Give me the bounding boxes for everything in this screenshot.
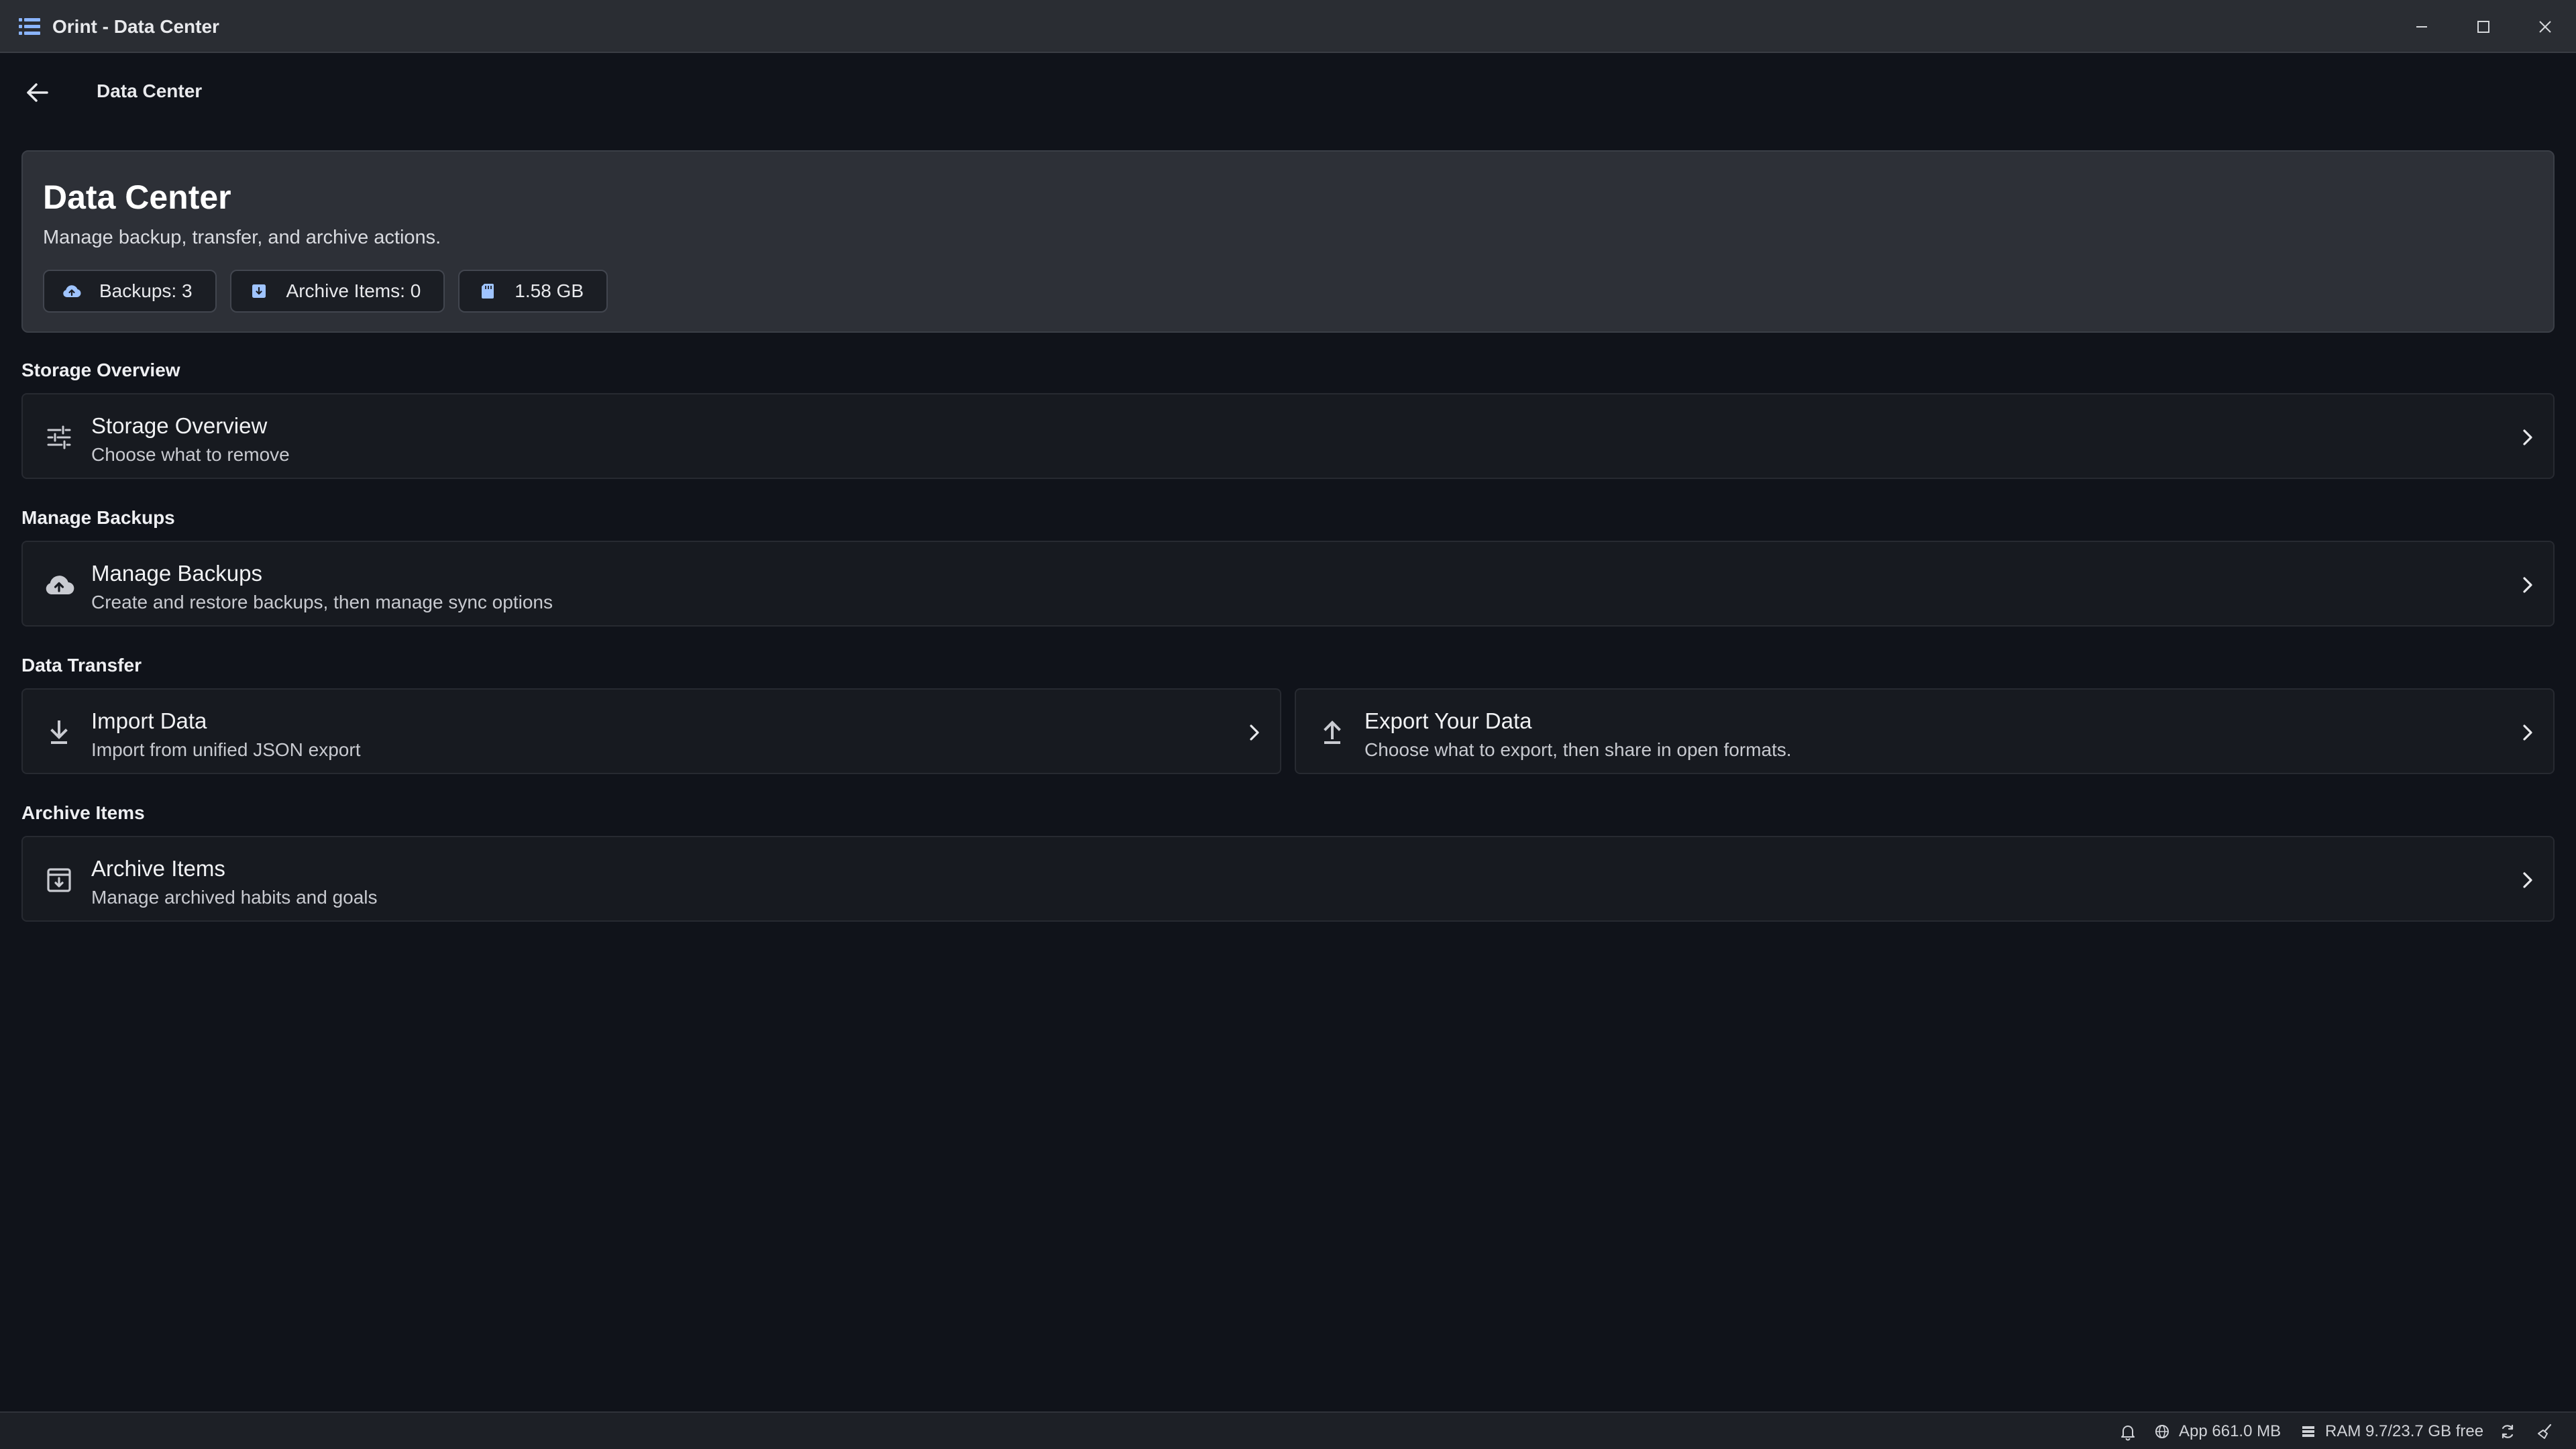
sync-icon[interactable] bbox=[2498, 1422, 2517, 1441]
cloud-upload-icon bbox=[63, 285, 81, 298]
back-arrow-icon[interactable] bbox=[20, 75, 55, 110]
archive-count-label: Archive Items: 0 bbox=[286, 280, 421, 301]
status-bar: App 661.0 MB RAM 9.7/23.7 GB free bbox=[0, 1411, 2576, 1449]
window-title: Orint - Data Center bbox=[52, 16, 219, 37]
summary-chips: Backups: 3 Archive Items: 0 1.58 GB bbox=[43, 270, 608, 313]
chevron-right-icon bbox=[1250, 724, 1259, 741]
backups-count-label: Backups: 3 bbox=[99, 280, 193, 301]
tune-sliders-icon bbox=[47, 425, 71, 449]
app-memory-status: App 661.0 MB bbox=[2153, 1419, 2281, 1444]
storage-size-chip: 1.58 GB bbox=[458, 270, 608, 313]
page-title: Data Center bbox=[43, 178, 231, 216]
globe-icon bbox=[2155, 1425, 2169, 1438]
manage-backups-card[interactable]: Manage Backups Create and restore backup… bbox=[21, 541, 2555, 627]
ram-label: RAM 9.7/23.7 GB free bbox=[2325, 1422, 2484, 1440]
archive-items-title: Archive Items bbox=[91, 856, 225, 881]
server-icon bbox=[2302, 1426, 2314, 1437]
archive-box-icon bbox=[47, 868, 71, 892]
bell-icon[interactable] bbox=[2118, 1422, 2137, 1441]
backups-count-chip: Backups: 3 bbox=[43, 270, 217, 313]
ram-status: RAM 9.7/23.7 GB free bbox=[2300, 1419, 2483, 1444]
close-button[interactable] bbox=[2530, 12, 2560, 42]
import-data-card[interactable]: Import Data Import from unified JSON exp… bbox=[21, 688, 1281, 774]
export-data-subtitle: Choose what to export, then share in ope… bbox=[1364, 739, 1792, 760]
sd-card-icon bbox=[482, 284, 494, 299]
chevron-right-icon bbox=[2523, 577, 2532, 593]
manage-backups-subtitle: Create and restore backups, then manage … bbox=[91, 592, 553, 612]
storage-size-label: 1.58 GB bbox=[515, 280, 584, 301]
storage-overview-subtitle: Choose what to remove bbox=[91, 444, 290, 465]
storage-overview-card[interactable]: Storage Overview Choose what to remove bbox=[21, 393, 2555, 479]
import-data-subtitle: Import from unified JSON export bbox=[91, 739, 361, 760]
import-data-title: Import Data bbox=[91, 708, 207, 733]
manage-backups-title: Manage Backups bbox=[91, 561, 262, 586]
page-header-title: Data Center bbox=[97, 80, 203, 101]
list-menu-icon bbox=[19, 18, 40, 35]
app-memory-label: App 661.0 MB bbox=[2179, 1422, 2282, 1440]
chevron-right-icon bbox=[2523, 872, 2532, 888]
section-label-archive: Archive Items bbox=[21, 802, 145, 823]
export-data-card[interactable]: Export Your Data Choose what to export, … bbox=[1295, 688, 2555, 774]
chevron-right-icon bbox=[2523, 429, 2532, 445]
upload-icon bbox=[1324, 720, 1341, 744]
page-subtitle: Manage backup, transfer, and archive act… bbox=[43, 227, 441, 248]
cloud-upload-icon bbox=[46, 576, 74, 595]
minimize-button[interactable] bbox=[2407, 12, 2436, 42]
section-label-backups: Manage Backups bbox=[21, 507, 175, 528]
archive-count-chip: Archive Items: 0 bbox=[229, 270, 445, 313]
data-center-summary-card: Data Center Manage backup, transfer, and… bbox=[21, 150, 2555, 333]
section-label-transfer: Data Transfer bbox=[21, 655, 142, 676]
archive-icon bbox=[252, 284, 266, 298]
archive-items-card[interactable]: Archive Items Manage archived habits and… bbox=[21, 836, 2555, 922]
maximize-button[interactable] bbox=[2469, 12, 2498, 42]
section-label-storage: Storage Overview bbox=[21, 360, 180, 380]
export-data-title: Export Your Data bbox=[1364, 708, 1532, 733]
archive-items-subtitle: Manage archived habits and goals bbox=[91, 887, 378, 908]
broom-icon[interactable] bbox=[2536, 1422, 2555, 1441]
download-icon bbox=[50, 720, 68, 744]
window-titlebar: Orint - Data Center bbox=[0, 0, 2576, 53]
chevron-right-icon bbox=[2523, 724, 2532, 741]
storage-overview-title: Storage Overview bbox=[91, 413, 268, 438]
